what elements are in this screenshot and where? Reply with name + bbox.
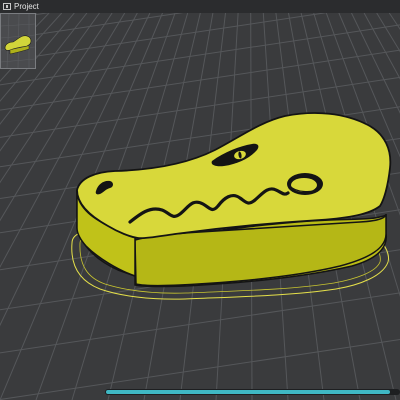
gator-head-thumbnail[interactable]	[1, 14, 35, 68]
slicer-app: Project	[0, 0, 400, 400]
title-bar: Project	[0, 0, 400, 13]
project-icon[interactable]	[3, 3, 11, 10]
3d-viewport[interactable]	[0, 13, 400, 400]
layer-slider-track[interactable]	[105, 389, 400, 395]
object-list-panel	[0, 13, 36, 69]
layer-slider-fill	[106, 390, 391, 394]
build-plate-scene[interactable]	[0, 13, 400, 400]
window-title: Project	[14, 2, 39, 11]
